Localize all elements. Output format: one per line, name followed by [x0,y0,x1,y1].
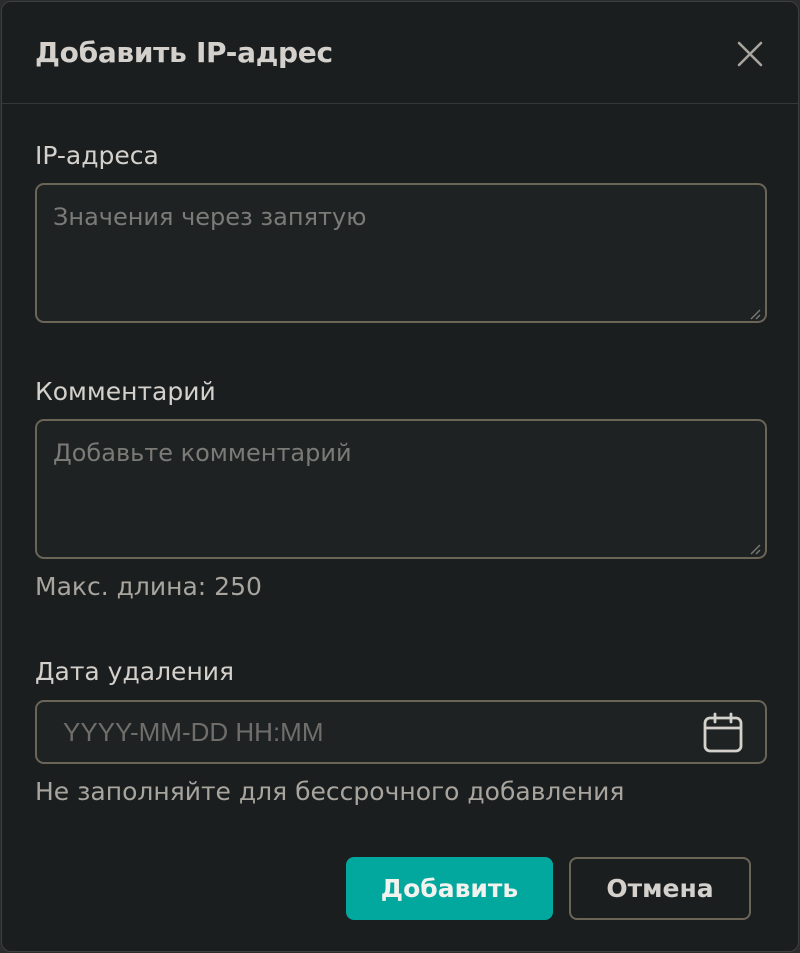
date-input[interactable] [37,702,687,762]
dialog-header: Добавить IP-адрес [2,2,798,104]
add-button[interactable]: Добавить [346,857,553,920]
comment-hint: Макс. длина: 250 [35,572,262,601]
comment-label: Комментарий [35,377,216,406]
close-icon [737,41,763,67]
cancel-button[interactable]: Отмена [569,857,751,920]
calendar-icon [703,712,743,753]
close-button[interactable] [730,34,770,74]
resize-grip-icon[interactable] [747,306,761,320]
dialog-title: Добавить IP-адрес [35,36,333,69]
calendar-button[interactable] [700,710,746,756]
date-label: Дата удаления [35,657,235,686]
date-hint: Не заполняйте для бессрочного добавления [35,777,625,806]
ip-label: IP-адреса [35,141,159,170]
resize-grip-icon[interactable] [747,541,761,555]
comment-input[interactable] [35,419,767,559]
add-ip-dialog: Добавить IP-адрес IP-адреса Комментарий … [1,1,799,952]
date-field [35,700,767,764]
ip-input[interactable] [35,183,767,323]
